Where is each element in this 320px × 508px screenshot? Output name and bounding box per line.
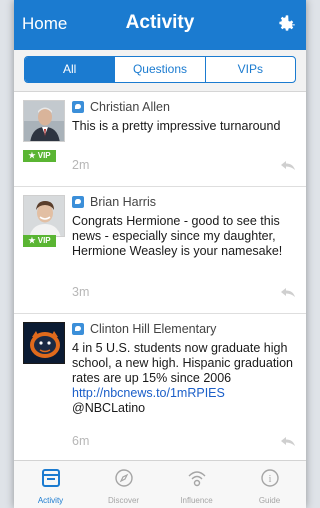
author-row: Christian Allen (72, 100, 170, 114)
filter-bar: All Questions VIPs (14, 50, 306, 92)
tab-label: Influence (180, 496, 213, 505)
info-icon: i (260, 469, 279, 487)
segment-questions[interactable]: Questions (114, 57, 204, 82)
author-row: Clinton Hill Elementary (72, 322, 216, 336)
tab-influence[interactable]: Influence (160, 461, 233, 508)
post-text-part: @NBCLatino (72, 401, 146, 415)
post-text: Congrats Hermione - good to see this new… (72, 214, 283, 258)
feed-item[interactable]: Clinton Hill Elementary 4 in 5 U.S. stud… (14, 314, 306, 460)
svg-text:i: i (268, 474, 271, 485)
activity-icon (41, 469, 60, 487)
tab-discover[interactable]: Discover (87, 461, 160, 508)
gear-icon[interactable] (275, 13, 297, 35)
reply-icon[interactable] (281, 437, 295, 447)
app-screen: Home Activity All Questions VIPs ★ VIP C… (14, 0, 306, 508)
twitter-icon (72, 323, 84, 335)
reply-icon[interactable] (281, 161, 295, 171)
feed-item[interactable]: ★ VIP Christian Allen This is a pretty i… (14, 92, 306, 187)
segment-all[interactable]: All (25, 57, 115, 82)
twitter-icon (72, 196, 84, 208)
bottom-tab-bar: Activity Discover Influence i Guide (14, 460, 306, 508)
twitter-icon (72, 101, 84, 113)
page-title: Activity (125, 12, 195, 33)
compass-icon (114, 469, 133, 487)
post-link[interactable]: http://nbcnews.to/1mRPIES (72, 386, 225, 400)
post-text-part: 4 in 5 U.S. students now graduate high s… (72, 341, 293, 385)
avatar (23, 322, 65, 364)
feed-item[interactable]: ★ VIP Brian Harris Congrats Hermione - g… (14, 187, 306, 314)
avatar (23, 195, 65, 237)
author-name[interactable]: Clinton Hill Elementary (90, 322, 216, 336)
top-navigation-bar: Home Activity (14, 0, 306, 50)
vip-badge: ★ VIP (23, 150, 56, 162)
tab-label: Guide (258, 496, 281, 505)
signal-icon (188, 471, 205, 487)
avatar (23, 100, 65, 142)
timestamp: 3m (72, 285, 90, 299)
post-text: 4 in 5 U.S. students now graduate high s… (72, 341, 300, 416)
timestamp: 2m (72, 158, 90, 172)
tab-activity[interactable]: Activity (14, 461, 87, 508)
tab-guide[interactable]: i Guide (233, 461, 306, 508)
author-name[interactable]: Brian Harris (90, 195, 156, 209)
post-text: This is a pretty impressive turnaround (72, 119, 281, 133)
author-row: Brian Harris (72, 195, 156, 209)
tab-label: Activity (37, 496, 64, 505)
activity-feed: ★ VIP Christian Allen This is a pretty i… (14, 92, 306, 460)
segment-vips[interactable]: VIPs (204, 57, 295, 82)
filter-segmented-control: All Questions VIPs (24, 56, 296, 83)
timestamp: 6m (72, 434, 90, 448)
reply-icon[interactable] (281, 288, 295, 298)
author-name[interactable]: Christian Allen (90, 100, 170, 114)
tab-label: Discover (107, 496, 140, 505)
vip-badge: ★ VIP (23, 235, 56, 247)
